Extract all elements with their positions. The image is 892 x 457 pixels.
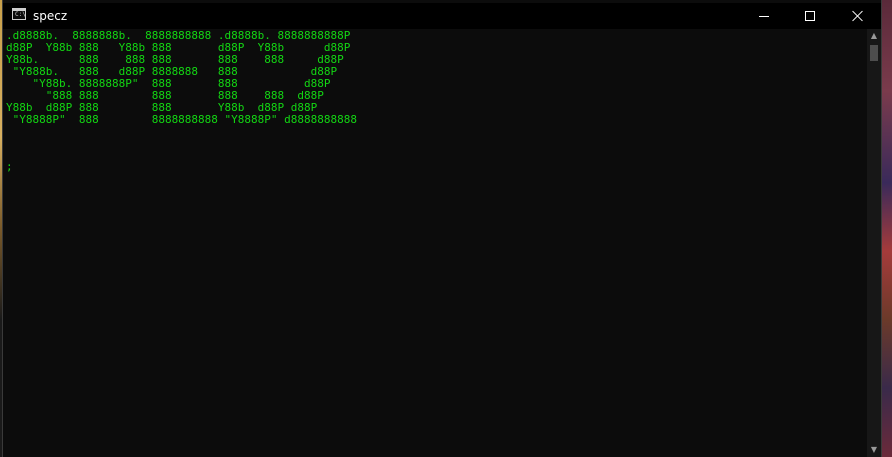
scroll-down-arrow-icon[interactable]: ▼ <box>867 443 881 457</box>
close-button[interactable] <box>835 3 881 29</box>
scroll-up-arrow-icon[interactable]: ▲ <box>867 29 881 43</box>
console-app-icon: C:\ <box>12 8 26 20</box>
close-icon <box>852 10 864 22</box>
prompt-cursor: ; <box>6 160 13 173</box>
minimize-button[interactable] <box>741 3 787 29</box>
minimize-icon <box>759 16 769 17</box>
vertical-scrollbar[interactable]: ▲ ▼ <box>867 29 881 457</box>
ascii-banner: .d8888b. 8888888b. 8888888888 .d8888b. 8… <box>6 30 357 126</box>
console-line: "Y8888P" 888 8888888888 "Y8888P" d888888… <box>6 113 357 126</box>
maximize-icon <box>805 11 815 21</box>
desktop: C:\ specz .d8888b. 8888888b. 8888888888 … <box>0 0 892 457</box>
console-output-area[interactable]: .d8888b. 8888888b. 8888888888 .d8888b. 8… <box>3 29 867 457</box>
window-title: specz <box>33 9 68 23</box>
scrollbar-thumb[interactable] <box>870 45 878 61</box>
console-window[interactable]: C:\ specz .d8888b. 8888888b. 8888888888 … <box>2 0 882 457</box>
title-bar[interactable]: C:\ specz <box>3 3 881 29</box>
maximize-button[interactable] <box>787 3 833 29</box>
